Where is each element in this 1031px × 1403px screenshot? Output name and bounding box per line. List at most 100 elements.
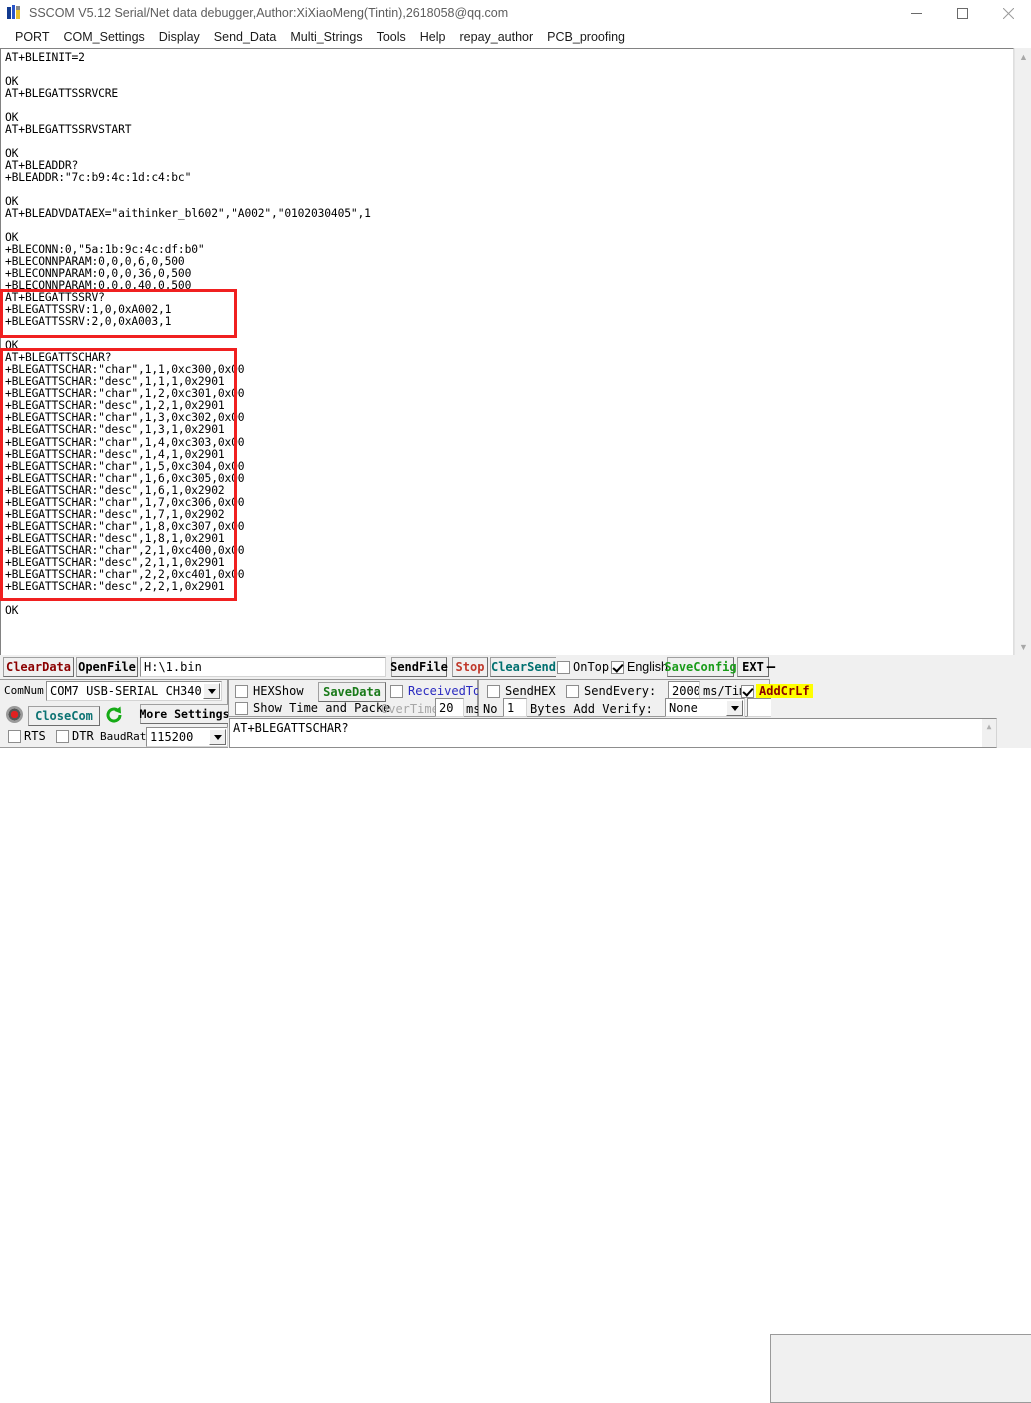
- rts-checkbox-group[interactable]: RTS: [8, 729, 46, 743]
- clear-send-button[interactable]: ClearSend: [490, 657, 556, 677]
- add-crlf-checkbox[interactable]: [741, 685, 754, 698]
- terminal-line: +BLEGATTSCHAR:"desc",1,4,1,0x2901: [5, 449, 1013, 461]
- send-hex-checkbox-group[interactable]: SendHEX: [487, 684, 556, 698]
- verify-result-field[interactable]: [747, 698, 771, 717]
- english-checkbox-group[interactable]: English: [611, 660, 668, 674]
- file-path-input[interactable]: H:\1.bin: [140, 657, 386, 677]
- send-every-checkbox[interactable]: [566, 685, 579, 698]
- menu-item-multi-strings[interactable]: Multi_Strings: [283, 29, 369, 45]
- save-data-button[interactable]: SaveData: [318, 682, 386, 702]
- terminal-line: AT+BLEADVDATAEX="aithinker_bl602","A002"…: [5, 208, 1013, 220]
- send-options-group: SendHEX SendEvery: 2000 ms/Tim AddCrLf N…: [478, 679, 770, 717]
- com-port-select[interactable]: COM7 USB-SERIAL CH340: [46, 681, 222, 701]
- terminal-line: [5, 100, 1013, 112]
- chevron-down-icon[interactable]: [726, 700, 743, 716]
- more-settings-button[interactable]: More Settings: [140, 704, 228, 724]
- maximize-icon[interactable]: [939, 0, 985, 26]
- baud-rate-select[interactable]: 115200: [146, 727, 228, 747]
- com-num-label: ComNum: [4, 684, 44, 697]
- chevron-down-icon[interactable]: [209, 729, 226, 745]
- verify-value: None: [669, 701, 698, 715]
- send-box-scrollbar[interactable]: ▲: [982, 719, 996, 747]
- english-checkbox[interactable]: [611, 661, 624, 674]
- terminal-line: OK: [5, 605, 1013, 617]
- bytes-add-verify-label: Bytes Add Verify:: [530, 702, 653, 716]
- menu-item-com-settings[interactable]: COM_Settings: [57, 29, 152, 45]
- send-every-checkbox-group[interactable]: SendEvery:: [566, 684, 656, 698]
- english-label: English: [627, 660, 668, 674]
- terminal-line: [5, 593, 1013, 605]
- send-file-button[interactable]: SendFile: [391, 657, 447, 677]
- add-crlf-checkbox-group[interactable]: AddCrLf: [741, 684, 813, 698]
- show-time-label: Show Time and Packe: [253, 701, 390, 715]
- clear-data-button[interactable]: ClearData: [3, 657, 74, 677]
- verify-select[interactable]: None: [665, 698, 745, 717]
- dtr-checkbox[interactable]: [56, 730, 69, 743]
- terminal-line: +BLEGATTSCHAR:"char",1,6,0xc305,0x00: [5, 473, 1013, 485]
- chevron-down-icon[interactable]: [203, 683, 220, 699]
- toolbar-row: ClearData OpenFile H:\1.bin SendFile Sto…: [0, 657, 1031, 679]
- hex-show-checkbox[interactable]: [235, 685, 248, 698]
- show-time-checkbox-group[interactable]: Show Time and Packe: [235, 701, 390, 715]
- terminal-line: +BLEGATTSCHAR:"char",1,8,0xc307,0x00: [5, 521, 1013, 533]
- terminal-line: OK: [5, 340, 1013, 352]
- terminal-line: +BLEGATTSCHAR:"char",1,7,0xc306,0x00: [5, 497, 1013, 509]
- terminal-line: OK: [5, 112, 1013, 124]
- stop-button[interactable]: Stop: [452, 657, 488, 677]
- terminal-line: +BLEGATTSCHAR:"desc",2,1,1,0x2901: [5, 557, 1013, 569]
- menu-item-help[interactable]: Help: [413, 29, 453, 45]
- menu-item-pcb-proofing[interactable]: PCB_proofing: [540, 29, 632, 45]
- sscom-application-window: SSCOM V5.12 Serial/Net data debugger,Aut…: [0, 0, 1031, 748]
- terminal-line: AT+BLEINIT=2: [5, 52, 1013, 64]
- on-top-checkbox-group[interactable]: OnTop: [557, 660, 609, 674]
- over-time-input[interactable]: 20: [435, 698, 464, 717]
- packet-no-input[interactable]: 1: [503, 698, 527, 717]
- terminal-line: +BLECONNPARAM:0,0,0,40,0,500: [5, 280, 1013, 292]
- receive-options-group: HEXShow SaveData ReceivedToFile Show Tim…: [228, 679, 478, 717]
- receive-area: AT+BLEINIT=2 OKAT+BLEGATTSSRVCRE OKAT+BL…: [0, 48, 1031, 655]
- send-interval-unit: ms/Tim: [703, 684, 746, 698]
- terminal-output[interactable]: AT+BLEINIT=2 OKAT+BLEGATTSSRVCRE OKAT+BL…: [0, 48, 1014, 655]
- minimize-icon[interactable]: [893, 0, 939, 26]
- show-time-checkbox[interactable]: [235, 702, 248, 715]
- hex-show-label: HEXShow: [253, 684, 304, 698]
- terminal-scrollbar[interactable]: ▲ ▼: [1014, 48, 1031, 655]
- close-com-button[interactable]: CloseCom: [28, 706, 100, 726]
- menu-item-tools[interactable]: Tools: [370, 29, 413, 45]
- received-to-file-checkbox[interactable]: [390, 685, 403, 698]
- dtr-label: DTR: [72, 729, 94, 743]
- terminal-line: [5, 184, 1013, 196]
- scroll-up-icon[interactable]: ▲: [1015, 48, 1031, 65]
- terminal-line: OK: [5, 76, 1013, 88]
- close-icon[interactable]: [985, 0, 1031, 26]
- dtr-checkbox-group[interactable]: DTR: [56, 729, 94, 743]
- send-hex-label: SendHEX: [505, 684, 556, 698]
- com-port-value: COM7 USB-SERIAL CH340: [50, 684, 202, 698]
- collapse-button[interactable]: —: [762, 657, 780, 677]
- rts-checkbox[interactable]: [8, 730, 21, 743]
- open-file-button[interactable]: OpenFile: [76, 657, 138, 677]
- status-led-icon: [6, 706, 23, 723]
- terminal-line: [5, 64, 1013, 76]
- scroll-down-icon[interactable]: ▼: [1015, 638, 1031, 655]
- terminal-line: OK: [5, 148, 1013, 160]
- terminal-line: +BLEGATTSCHAR:"char",2,1,0xc400,0x00: [5, 545, 1013, 557]
- menu-item-repay-author[interactable]: repay_author: [453, 29, 541, 45]
- menu-item-send-data[interactable]: Send_Data: [207, 29, 284, 45]
- terminal-line: [5, 136, 1013, 148]
- send-hex-checkbox[interactable]: [487, 685, 500, 698]
- hex-show-checkbox-group[interactable]: HEXShow: [235, 684, 304, 698]
- terminal-line: [5, 328, 1013, 340]
- port-settings-group: ComNum COM7 USB-SERIAL CH340 CloseCom Mo…: [0, 679, 228, 748]
- menu-item-display[interactable]: Display: [152, 29, 207, 45]
- send-text-input[interactable]: AT+BLEGATTSCHAR? ▲: [229, 718, 997, 748]
- refresh-icon[interactable]: [104, 705, 124, 725]
- terminal-line: +BLEGATTSSRV:2,0,0xA003,1: [5, 316, 1013, 328]
- save-config-button[interactable]: SaveConfig: [667, 657, 734, 677]
- add-crlf-label: AddCrLf: [756, 684, 813, 698]
- terminal-line: [5, 220, 1013, 232]
- menu-item-port[interactable]: PORT: [8, 29, 57, 45]
- scroll-up-icon[interactable]: ▲: [982, 719, 996, 733]
- terminal-line: +BLEGATTSCHAR:"desc",1,8,1,0x2901: [5, 533, 1013, 545]
- on-top-checkbox[interactable]: [557, 661, 570, 674]
